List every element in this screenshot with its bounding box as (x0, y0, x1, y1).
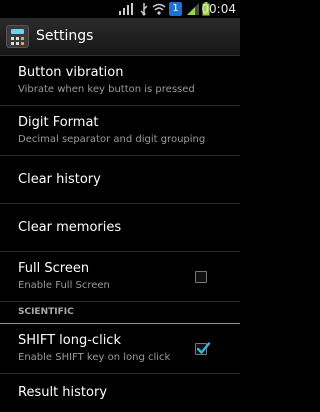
setting-summary: Decimal separator and digit grouping (18, 134, 206, 145)
action-bar: Settings (0, 18, 240, 56)
setting-result-history[interactable]: Result history (0, 374, 240, 408)
clock: 00:04 (201, 2, 236, 16)
setting-digit-format[interactable]: Digit Format Decimal separator and digit… (0, 106, 240, 156)
setting-clear-history[interactable]: Clear history (0, 156, 240, 204)
signal-bars-icon (119, 3, 133, 15)
setting-title: SHIFT long-click (18, 333, 121, 348)
setting-title: Full Screen (18, 261, 90, 276)
checkmark-icon (196, 342, 211, 355)
setting-summary: Vibrate when key button is pressed (18, 84, 195, 95)
setting-button-vibration[interactable]: Button vibration Vibrate when key button… (0, 56, 240, 106)
setting-clear-memories[interactable]: Clear memories (0, 204, 240, 252)
setting-shift-long-click[interactable]: SHIFT long-click Enable SHIFT key on lon… (0, 324, 240, 374)
full-screen-checkbox[interactable] (195, 271, 207, 283)
setting-title: Button vibration (18, 65, 124, 80)
settings-list: Button vibration Vibrate when key button… (0, 56, 240, 408)
shift-long-click-checkbox[interactable] (195, 342, 211, 355)
setting-title: Result history (18, 385, 108, 400)
notification-1-icon: 1 (169, 2, 182, 16)
status-bar: 1 00:04 (0, 0, 240, 18)
calculator-icon[interactable] (6, 25, 29, 48)
usb-debug-icon (140, 3, 148, 16)
setting-title: Digit Format (18, 115, 99, 130)
page-title: Settings (36, 28, 94, 44)
section-header-scientific: SCIENTIFIC (0, 302, 240, 324)
cell-signal-icon (187, 3, 199, 15)
setting-title: Clear memories (18, 220, 122, 235)
setting-summary: Enable SHIFT key on long click (18, 352, 171, 363)
wifi-icon (152, 3, 166, 15)
setting-title: Clear history (18, 172, 101, 187)
setting-summary: Enable Full Screen (18, 280, 110, 291)
setting-full-screen[interactable]: Full Screen Enable Full Screen (0, 252, 240, 302)
